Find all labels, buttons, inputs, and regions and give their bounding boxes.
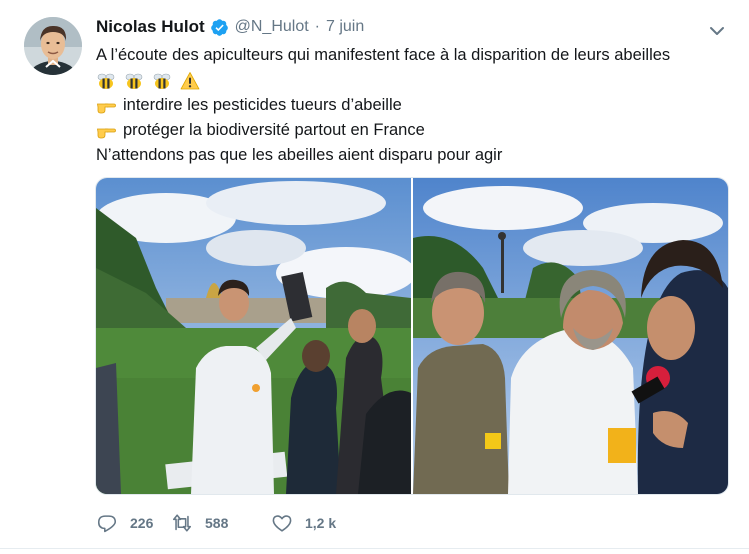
- chevron-down-icon[interactable]: [706, 20, 728, 42]
- avatar[interactable]: [24, 17, 82, 75]
- heart-icon: [272, 515, 292, 532]
- warning-icon: [180, 71, 200, 91]
- retweet-count: 588: [205, 515, 229, 531]
- tweet-line-1: A l’écoute des apiculteurs qui manifeste…: [96, 46, 671, 64]
- author-name[interactable]: Nicolas Hulot: [96, 17, 205, 37]
- media-grid: [95, 177, 729, 495]
- pointing-hand-icon: [96, 121, 116, 141]
- divider: [0, 548, 749, 549]
- tweet-date[interactable]: 7 juin: [326, 18, 364, 36]
- tweet-bullet-2: protéger la biodiversité partout en Fran…: [96, 118, 736, 143]
- like-count: 1,2 k: [305, 515, 337, 531]
- pointing-hand-icon: [96, 96, 116, 116]
- retweet-icon: [172, 514, 192, 532]
- reply-count: 226: [130, 515, 154, 531]
- bee-icon: [124, 71, 144, 91]
- avatar-image: [24, 17, 82, 75]
- photo-interview[interactable]: [413, 178, 728, 494]
- like-button[interactable]: 1,2 k: [271, 512, 336, 534]
- tweet-text: A l’écoute des apiculteurs qui manifeste…: [96, 43, 736, 168]
- tweet-actions: 226 588 1,2 k: [96, 510, 336, 536]
- tweet-line-5: N’attendons pas que les abeilles aient d…: [96, 146, 503, 164]
- bullet-text-2: protéger la biodiversité partout en Fran…: [123, 121, 425, 139]
- verified-badge-icon: [210, 18, 229, 37]
- author-handle[interactable]: @N_Hulot: [235, 18, 309, 36]
- retweet-button[interactable]: 588: [171, 512, 271, 534]
- tweet-card[interactable]: Nicolas Hulot @N_Hulot · 7 juin A l’écou…: [0, 0, 749, 554]
- bee-icon: [152, 71, 172, 91]
- tweet-emoji-line: [96, 68, 736, 93]
- tweet-header: Nicolas Hulot @N_Hulot · 7 juin: [96, 16, 364, 38]
- header-separator: ·: [314, 18, 320, 35]
- reply-icon: [97, 515, 117, 533]
- photo-beekeeper[interactable]: [96, 178, 411, 494]
- bee-icon: [96, 71, 116, 91]
- tweet-bullet-1: interdire les pesticides tueurs d’abeill…: [96, 93, 736, 118]
- bullet-text-1: interdire les pesticides tueurs d’abeill…: [123, 96, 402, 114]
